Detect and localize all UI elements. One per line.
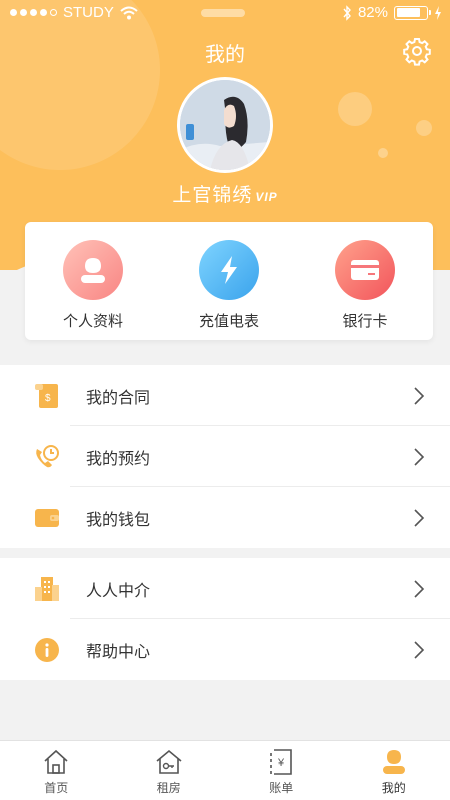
quick-actions-card: 个人资料 充值电表 银行卡 <box>25 222 433 340</box>
quick-action-label: 充值电表 <box>198 313 259 330</box>
charging-icon <box>435 5 441 20</box>
chevron-right-icon <box>414 509 425 527</box>
menu-item-wallet[interactable]: 我的钱包 <box>0 487 450 548</box>
tab-label: 我的 <box>381 781 406 795</box>
page-title: 我的 <box>205 44 245 66</box>
tab-label: 账单 <box>269 781 294 795</box>
quick-action-label: 银行卡 <box>342 313 388 330</box>
menu-item-help-center[interactable]: 帮助中心 <box>0 619 450 680</box>
bill-icon: ¥ <box>270 749 293 775</box>
bank-card-icon <box>351 260 379 280</box>
agency-icon <box>35 577 59 601</box>
appointment-icon <box>36 445 59 468</box>
tab-rent[interactable]: 租房 <box>113 741 226 800</box>
quick-action-profile[interactable]: 个人资料 <box>25 222 161 340</box>
decor-bubble <box>416 120 432 136</box>
chevron-right-icon <box>414 580 425 598</box>
tab-bill[interactable]: ¥ 账单 <box>225 741 338 800</box>
battery-icon <box>394 5 431 20</box>
profile-icon <box>81 258 105 283</box>
battery-percent: 82% <box>357 4 388 21</box>
menu-item-label: 我的预约 <box>86 450 151 468</box>
settings-gear-icon[interactable] <box>402 36 432 66</box>
wallet-icon <box>35 509 59 527</box>
quick-action-bank-card[interactable]: 银行卡 <box>297 222 433 340</box>
status-notch <box>201 9 245 17</box>
home-icon <box>44 749 68 774</box>
chevron-right-icon <box>414 641 425 659</box>
status-bar: STUDY 82% <box>0 0 450 26</box>
user-icon <box>382 750 405 774</box>
carrier-label: STUDY <box>63 4 114 21</box>
tab-mine[interactable]: 我的 <box>338 741 450 800</box>
quick-action-label: 个人资料 <box>62 313 123 330</box>
menu-item-label: 帮助中心 <box>86 643 151 661</box>
menu-group-services: 人人中介 帮助中心 <box>0 558 450 680</box>
tab-label: 租房 <box>156 781 181 795</box>
menu-item-label: 我的合同 <box>86 389 151 407</box>
chevron-right-icon <box>414 387 425 405</box>
bluetooth-icon <box>343 4 351 21</box>
menu-group-account: $ 我的合同 我的预约 我的钱包 <box>0 365 450 548</box>
menu-item-label: 我的钱包 <box>86 511 151 529</box>
signal-icon <box>10 9 57 16</box>
wifi-icon <box>120 6 138 19</box>
menu-item-appointment[interactable]: 我的预约 <box>0 426 450 487</box>
menu-item-contract[interactable]: $ 我的合同 <box>0 365 450 426</box>
username-text: 上官锦绣 <box>172 185 253 206</box>
tab-home[interactable]: 首页 <box>0 741 113 800</box>
menu-item-label: 人人中介 <box>86 582 151 600</box>
chevron-right-icon <box>414 448 425 466</box>
tab-label: 首页 <box>44 781 69 795</box>
menu-item-agency[interactable]: 人人中介 <box>0 558 450 619</box>
username: 上官锦绣 VIP <box>0 180 450 207</box>
svg-text:$: $ <box>45 393 51 404</box>
help-icon <box>35 638 59 662</box>
rent-house-icon <box>156 749 182 774</box>
decor-bubble <box>378 148 388 158</box>
quick-action-recharge-meter[interactable]: 充值电表 <box>161 222 297 340</box>
avatar[interactable] <box>177 77 273 173</box>
decor-bubble <box>338 92 372 126</box>
lightning-icon <box>221 256 237 284</box>
svg-text:¥: ¥ <box>277 757 285 769</box>
tab-bar: 首页 租房 ¥ 账单 我的 <box>0 740 450 800</box>
vip-badge: VIP <box>255 190 278 204</box>
contract-icon: $ <box>35 384 58 408</box>
